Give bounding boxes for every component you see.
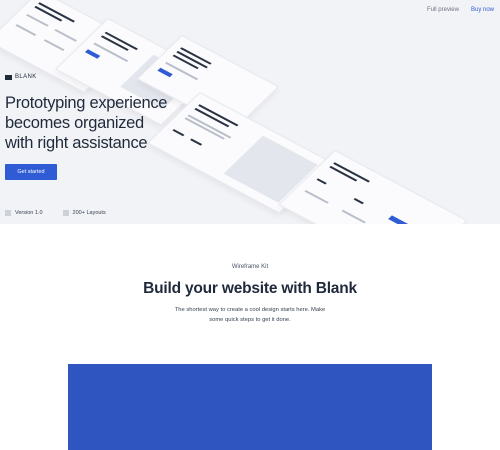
top-nav: Full preview Buy now bbox=[427, 7, 494, 13]
brand-name: BLANK bbox=[15, 74, 37, 80]
version-icon bbox=[5, 210, 11, 216]
hero-meta: Version 1.0 200+ Layouts bbox=[5, 210, 106, 216]
description-line: some quick steps to get it done. bbox=[209, 316, 291, 323]
section-description: The shortest way to create a cool design… bbox=[160, 306, 340, 325]
headline-line: with right assistance bbox=[5, 134, 148, 152]
layouts-label: 200+ Layouts bbox=[72, 210, 106, 216]
mockup-card bbox=[278, 150, 468, 224]
get-started-button[interactable]: Get started bbox=[5, 164, 57, 180]
section-eyebrow: Wireframe Kit bbox=[231, 264, 269, 270]
brand-logo[interactable]: BLANK bbox=[5, 74, 37, 80]
description-line: The shortest way to create a cool design… bbox=[174, 307, 326, 313]
headline-line: Prototyping experience bbox=[5, 94, 168, 112]
blank-logo-icon bbox=[5, 74, 12, 80]
buy-now-link[interactable]: Buy now bbox=[471, 7, 494, 13]
section-title: Build your website with Blank bbox=[143, 280, 357, 297]
layouts-icon bbox=[62, 210, 69, 216]
headline-line: becomes organized bbox=[5, 114, 144, 132]
version-label: Version 1.0 bbox=[15, 210, 43, 216]
full-preview-link[interactable]: Full preview bbox=[427, 7, 459, 13]
media-placeholder[interactable] bbox=[68, 364, 432, 450]
hero-section: Full preview Buy now BLANK Prototyping e… bbox=[0, 0, 500, 224]
hero-headline: Prototyping experience becomes organized… bbox=[5, 93, 205, 153]
